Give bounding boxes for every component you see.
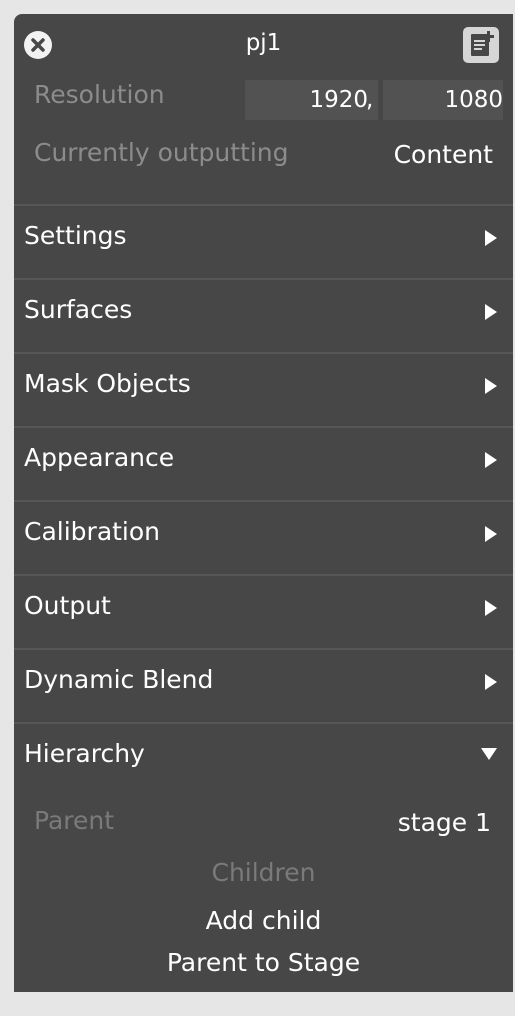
- chevron-right-icon: [485, 674, 497, 690]
- section-label: Settings: [24, 221, 127, 250]
- output-status-value: Content: [393, 140, 493, 169]
- section-surfaces[interactable]: Surfaces: [14, 280, 513, 352]
- section-label: Hierarchy: [24, 739, 145, 768]
- chevron-right-icon: [485, 600, 497, 616]
- chevron-right-icon: [485, 378, 497, 394]
- parent-label: Parent: [34, 806, 115, 835]
- section-appearance[interactable]: Appearance: [14, 428, 513, 500]
- resolution-label: Resolution: [34, 80, 165, 109]
- add-child-button[interactable]: Add child: [14, 906, 513, 935]
- output-status-label: Currently outputting: [34, 138, 289, 167]
- chevron-right-icon: [485, 230, 497, 246]
- section-settings[interactable]: Settings: [14, 206, 513, 278]
- chevron-right-icon: [485, 526, 497, 542]
- chevron-right-icon: [485, 452, 497, 468]
- chevron-right-icon: [485, 304, 497, 320]
- section-label: Surfaces: [24, 295, 133, 324]
- resolution-row: Resolution 1920 , 1080: [14, 76, 513, 132]
- properties-panel: pj1 Resolution 1920 , 1080 Currently out…: [14, 14, 513, 992]
- add-note-icon[interactable]: [463, 27, 499, 63]
- output-status-row: Currently outputting Content: [14, 132, 513, 204]
- section-label: Dynamic Blend: [24, 665, 214, 694]
- section-output[interactable]: Output: [14, 576, 513, 648]
- section-label: Calibration: [24, 517, 161, 546]
- parent-value[interactable]: stage 1: [398, 808, 491, 837]
- section-dynamic-blend[interactable]: Dynamic Blend: [14, 650, 513, 722]
- section-mask-objects[interactable]: Mask Objects: [14, 354, 513, 426]
- children-label: Children: [211, 858, 316, 887]
- section-label: Mask Objects: [24, 369, 191, 398]
- panel-header: pj1: [14, 14, 513, 76]
- hierarchy-content: Parent stage 1 Children Add child Parent…: [14, 796, 513, 1016]
- resolution-separator: ,: [366, 87, 374, 113]
- resolution-height-field[interactable]: 1080: [383, 80, 503, 120]
- chevron-down-icon: [481, 748, 497, 760]
- section-hierarchy[interactable]: Hierarchy: [14, 724, 513, 796]
- resolution-width-field[interactable]: 1920: [245, 80, 378, 120]
- panel-title: pj1: [245, 30, 282, 56]
- section-calibration[interactable]: Calibration: [14, 502, 513, 574]
- section-label: Output: [24, 591, 111, 620]
- section-label: Appearance: [24, 443, 175, 472]
- parent-to-stage-button[interactable]: Parent to Stage: [14, 948, 513, 977]
